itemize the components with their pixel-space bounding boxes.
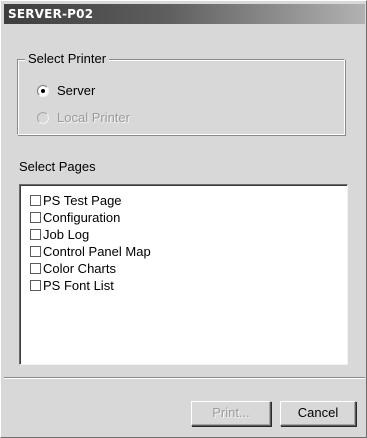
page-item-label: Color Charts xyxy=(43,261,116,276)
select-printer-label: Select Printer xyxy=(25,51,110,67)
local-printer-radio-button xyxy=(37,112,49,124)
select-pages-label: Select Pages xyxy=(19,159,96,174)
page-checkbox[interactable] xyxy=(30,229,41,240)
page-item-label: PS Test Page xyxy=(43,193,122,208)
button-area-separator xyxy=(4,377,365,379)
print-pages-dialog: SERVER-P02 Select Printer Server Local P… xyxy=(0,0,367,438)
page-item-label: Control Panel Map xyxy=(43,244,151,259)
page-item-ps-test-page[interactable]: PS Test Page xyxy=(30,192,122,209)
print-button[interactable]: Print... xyxy=(191,401,271,426)
title-bar[interactable]: SERVER-P02 xyxy=(4,4,365,24)
page-item-ps-font-list[interactable]: PS Font List xyxy=(30,277,114,294)
page-item-configuration[interactable]: Configuration xyxy=(30,209,120,226)
server-radio-label: Server xyxy=(57,83,96,98)
page-item-control-panel-map[interactable]: Control Panel Map xyxy=(30,243,151,260)
window-title: SERVER-P02 xyxy=(8,7,94,21)
page-item-color-charts[interactable]: Color Charts xyxy=(30,260,116,277)
local-printer-radio-label: Local Printer xyxy=(57,110,130,125)
page-checkbox[interactable] xyxy=(30,246,41,257)
page-item-label: PS Font List xyxy=(43,278,114,293)
pages-listbox[interactable]: PS Test Page Configuration Job Log Contr… xyxy=(19,184,348,365)
cancel-button[interactable]: Cancel xyxy=(280,401,356,426)
page-checkbox[interactable] xyxy=(30,263,41,274)
server-radio-button[interactable] xyxy=(37,85,49,97)
page-checkbox[interactable] xyxy=(30,195,41,206)
local-printer-radio-option: Local Printer xyxy=(37,110,130,126)
page-checkbox[interactable] xyxy=(30,280,41,291)
server-radio-option[interactable]: Server xyxy=(37,83,95,99)
page-checkbox[interactable] xyxy=(30,212,41,223)
page-item-label: Configuration xyxy=(43,210,121,225)
page-item-label: Job Log xyxy=(43,227,90,242)
page-item-job-log[interactable]: Job Log xyxy=(30,226,89,243)
